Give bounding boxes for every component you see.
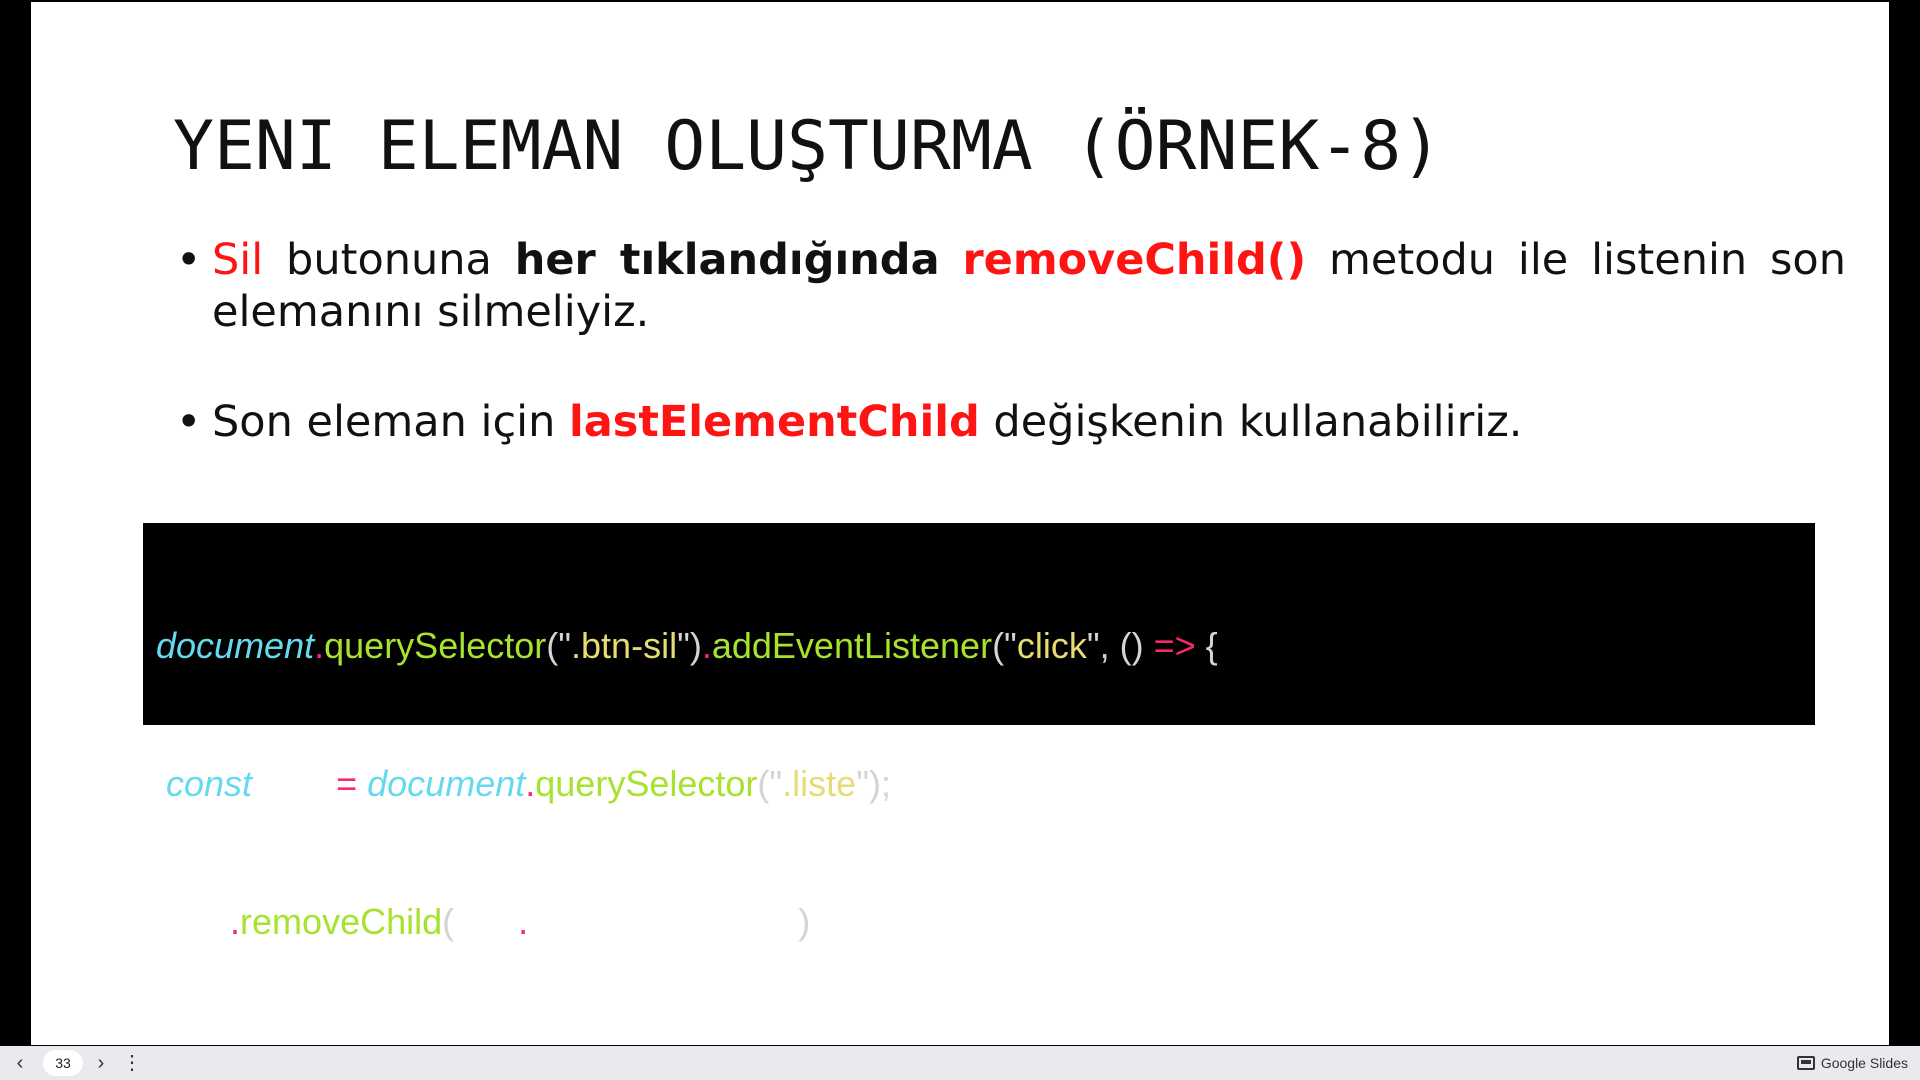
- previous-slide-button[interactable]: ‹: [8, 1051, 32, 1075]
- code-token: (": [992, 625, 1017, 666]
- slides-icon: [1796, 1056, 1815, 1070]
- chevron-left-icon: ‹: [16, 1052, 24, 1074]
- code-token: .: [525, 763, 536, 804]
- code-token: ", (): [1086, 625, 1154, 666]
- bullet-text: değişkenin kullanabiliriz.: [979, 397, 1523, 447]
- slide-canvas: YENI ELEMAN OLUŞTURMA (ÖRNEK-8) • Sil bu…: [31, 2, 1889, 1045]
- presentation-toolbar: ‹ 33 › ⋮ Google Slides: [0, 1046, 1920, 1080]
- code-token: });: [156, 1039, 190, 1045]
- code-token: =: [336, 763, 358, 804]
- code-token: (: [442, 901, 455, 942]
- code-token: .btn-sil: [571, 625, 678, 666]
- bullet-item-1: • Sil butonuna her tıklandığında removeC…: [176, 234, 1846, 338]
- code-token: click: [1016, 625, 1087, 666]
- bullet-dot: •: [176, 235, 202, 285]
- bullet-text: butonuna: [263, 235, 515, 285]
- bullet-text: [940, 235, 963, 285]
- code-token: liste: [252, 763, 337, 804]
- code-token: {: [1195, 625, 1218, 666]
- more-options-button[interactable]: ⋮: [120, 1051, 144, 1075]
- code-token: document: [156, 625, 315, 666]
- code-token: liste: [454, 901, 519, 942]
- code-token: ");: [856, 763, 891, 804]
- code-token: querySelector: [324, 625, 547, 666]
- code-token: lastElementChild: [528, 901, 799, 942]
- code-token: addEventListener: [711, 625, 993, 666]
- code-token: "): [677, 625, 702, 666]
- bullet-item-2: • Son eleman için lastElementChild değiş…: [176, 396, 1846, 448]
- code-token: querySelector: [535, 763, 758, 804]
- code-token: .: [518, 901, 529, 942]
- bullet-list: • Sil butonuna her tıklandığında removeC…: [176, 234, 1846, 448]
- code-token: .: [701, 625, 712, 666]
- chevron-right-icon: ›: [97, 1052, 105, 1074]
- code-line-2: const liste = document.querySelector(".l…: [156, 761, 1815, 807]
- brand-label: Google Slides: [1820, 1055, 1908, 1071]
- code-token: liste: [156, 901, 231, 942]
- bullet-text-method: removeChild(): [962, 235, 1307, 285]
- bullet-text-bold: her tıklandığında: [514, 235, 940, 285]
- code-line-3: liste.removeChild(liste.lastElementChild…: [156, 899, 1815, 945]
- code-line-1: document.querySelector(".btn-sil").addEv…: [156, 623, 1815, 669]
- code-block: document.querySelector(".btn-sil").addEv…: [143, 523, 1815, 1045]
- code-token: .liste: [782, 763, 857, 804]
- code-token: .: [230, 901, 241, 942]
- code-token: (": [546, 625, 572, 666]
- code-token: ): [798, 901, 811, 942]
- slide-number-field[interactable]: 33: [43, 1050, 83, 1076]
- code-token: .: [314, 625, 325, 666]
- more-vertical-icon: ⋮: [122, 1052, 142, 1074]
- bullet-dot: •: [176, 397, 202, 447]
- bullet-text-property: lastElementChild: [569, 397, 980, 447]
- code-token: =>: [1153, 625, 1196, 666]
- code-token: const: [166, 763, 253, 804]
- bullet-text-sil: Sil: [212, 235, 264, 285]
- slide-title: YENI ELEMAN OLUŞTURMA (ÖRNEK-8): [173, 107, 1443, 186]
- next-slide-button[interactable]: ›: [89, 1051, 113, 1075]
- code-token: (": [757, 763, 783, 804]
- code-line-4: });: [156, 1037, 1815, 1045]
- code-token: document: [367, 763, 526, 804]
- bullet-text: Son eleman için: [212, 397, 569, 447]
- google-slides-link[interactable]: Google Slides: [1796, 1046, 1908, 1080]
- code-token: removeChild: [240, 901, 443, 942]
